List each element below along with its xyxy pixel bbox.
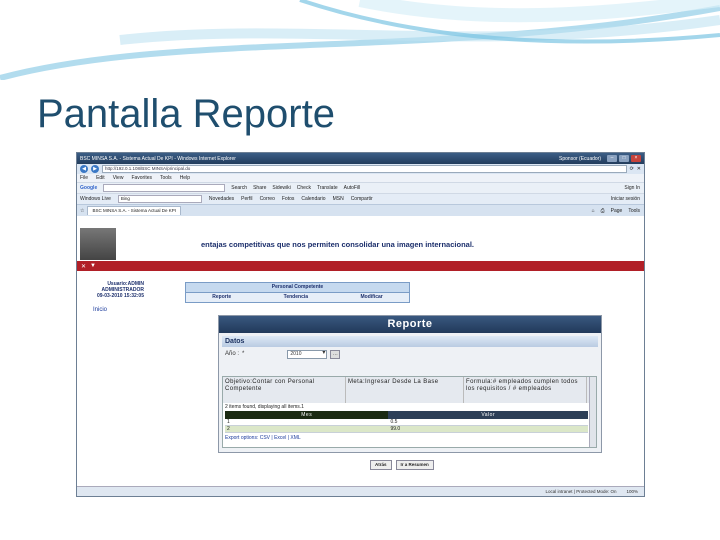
results-table: Mes Valor 1 0.5 2 99.0 <box>225 411 588 433</box>
kpi-menu-header: Personal Competente <box>186 283 409 293</box>
report-panel: Reporte Datos Año : * 2010 … Objetivo:Co… <box>218 315 602 453</box>
report-title: Reporte <box>219 316 601 333</box>
company-logo <box>80 228 116 260</box>
report-actions: Atrás Ir a Resumen <box>370 460 434 470</box>
favorites-star-icon[interactable]: ☆ <box>80 208 84 214</box>
year-row: Año : * 2010 … <box>225 347 601 361</box>
menu-modificar[interactable]: Modificar <box>361 293 383 302</box>
google-translate-button[interactable]: Translate <box>317 185 338 191</box>
year-label: Año : <box>225 351 240 357</box>
window-title: BSC MINSA S.A. - Sistema Actual De KPI -… <box>80 155 236 162</box>
google-search-button[interactable]: Search <box>231 185 247 191</box>
menu-help[interactable]: Help <box>180 175 190 181</box>
back-icon[interactable]: ◀ <box>80 165 88 173</box>
google-check-button[interactable]: Check <box>297 185 311 191</box>
slide-title: Pantalla Reporte <box>37 92 335 136</box>
menu-tools[interactable]: Tools <box>160 175 172 181</box>
page-menu[interactable]: Page <box>611 208 623 214</box>
menu-view[interactable]: View <box>113 175 124 181</box>
user-info: Usuario:ADMIN ADMINISTRADOR 09-03-2010 1… <box>97 281 144 299</box>
window-user: Sponsor (Ecuador) <box>559 155 601 162</box>
export-options-links[interactable]: Export options: CSV | Excel | XML <box>223 433 596 443</box>
security-zone-text: Local intranet | Protected Mode: On <box>545 489 617 494</box>
live-perfil[interactable]: Perfil <box>241 196 252 202</box>
web-page: entajas competitivas que nos permiten co… <box>77 227 644 485</box>
stop-icon[interactable]: ✕ <box>637 166 641 172</box>
menu-file[interactable]: File <box>80 175 88 181</box>
app-nav-bar: ✕ ▼ <box>77 261 644 271</box>
forward-icon[interactable]: ▶ <box>91 165 99 173</box>
live-calendario[interactable]: Calendario <box>301 196 325 202</box>
close-session-icon[interactable]: ✕ <box>81 263 86 270</box>
table-row: 2 99.0 <box>225 425 588 433</box>
google-toolbar: Google Search Share Sidewiki Check Trans… <box>77 182 644 193</box>
google-signin-link[interactable]: Sign In <box>624 185 644 191</box>
refresh-icon[interactable]: ⟳ <box>630 166 634 172</box>
windows-live-label: Windows Live <box>80 196 111 202</box>
browser-screenshot: BSC MINSA S.A. - Sistema Actual De KPI -… <box>76 152 645 497</box>
bing-search-input[interactable]: Bing <box>117 195 202 203</box>
tools-menu[interactable]: Tools <box>628 208 640 214</box>
windows-live-toolbar: Windows Live Bing Novedades Perfil Corre… <box>77 193 644 204</box>
live-correo[interactable]: Correo <box>260 196 275 202</box>
app-banner: entajas competitivas que nos permiten co… <box>77 227 644 261</box>
items-found-text: 2 items found, displaying all items.1 <box>225 404 304 410</box>
menu-favorites[interactable]: Favorites <box>131 175 152 181</box>
google-autofill-button[interactable]: AutoFill <box>344 185 361 191</box>
kpi-definition: Objetivo:Contar con Personal Competente … <box>223 377 596 403</box>
datos-section-header: Datos <box>222 336 598 347</box>
menu-bar: File Edit View Favorites Tools Help <box>77 174 644 182</box>
google-search-input[interactable] <box>103 184 226 192</box>
minimize-button[interactable]: – <box>607 155 617 162</box>
go-to-summary-button[interactable]: Ir a Resumen <box>395 460 434 470</box>
kpi-menu-panel: Personal Competente Reporte Tendencia Mo… <box>185 282 410 303</box>
live-novedades[interactable]: Novedades <box>209 196 234 202</box>
banner-slogan: entajas competitivas que nos permiten co… <box>201 239 474 249</box>
meta-text: Meta:Ingresar Desde La Base <box>346 377 464 403</box>
cell-mes: 2 <box>225 425 389 433</box>
close-button[interactable]: × <box>631 155 641 162</box>
back-button[interactable]: Atrás <box>370 460 392 470</box>
header-swoosh-decoration <box>0 0 720 80</box>
menu-tendencia[interactable]: Tendencia <box>284 293 308 302</box>
column-header-valor[interactable]: Valor <box>388 411 588 419</box>
filter-icon[interactable]: ▼ <box>90 263 96 269</box>
menu-edit[interactable]: Edit <box>96 175 105 181</box>
year-select[interactable]: 2010 <box>287 349 328 359</box>
tab-bar: ☆ BSC MINSA S.A. - Sistema Actual De KPI… <box>77 204 644 216</box>
inicio-link[interactable]: Inicio <box>93 307 107 313</box>
url-field[interactable]: http://192.0.1.108/BSC MINSA/principal.d… <box>102 165 627 173</box>
google-logo: Google <box>80 185 98 191</box>
live-fotos[interactable]: Fotos <box>282 196 295 202</box>
live-msn[interactable]: MSN <box>333 196 344 202</box>
google-share-button[interactable]: Share <box>253 185 266 191</box>
formula-text: Formula:# empleados cumplen todos los re… <box>464 377 587 403</box>
address-bar: ◀ ▶ http://192.0.1.108/BSC MINSA/princip… <box>77 164 644 174</box>
zoom-level[interactable]: 100% <box>626 489 638 494</box>
status-bar: Local intranet | Protected Mode: On 100% <box>77 486 644 496</box>
year-required-mark: * <box>242 351 245 357</box>
home-icon[interactable]: ⌂ <box>592 208 595 214</box>
cell-valor: 99.0 <box>388 425 588 433</box>
live-compartir[interactable]: Compartir <box>351 196 373 202</box>
year-options-button[interactable]: … <box>330 349 341 359</box>
column-header-mes[interactable]: Mes <box>225 411 389 419</box>
report-results: Objetivo:Contar con Personal Competente … <box>222 376 597 448</box>
results-scrollbar[interactable] <box>589 377 596 447</box>
objective-text: Objetivo:Contar con Personal Competente <box>223 377 346 403</box>
google-sidewiki-button[interactable]: Sidewiki <box>272 185 290 191</box>
menu-reporte[interactable]: Reporte <box>212 293 231 302</box>
login-timestamp: 09-03-2010 15:32:05 <box>97 293 144 299</box>
maximize-button[interactable]: □ <box>619 155 629 162</box>
browser-titlebar: BSC MINSA S.A. - Sistema Actual De KPI -… <box>77 153 644 164</box>
live-signin-link[interactable]: Iniciar sesión <box>611 196 644 202</box>
tab-bsc-minsa[interactable]: BSC MINSA S.A. - Sistema Actual De KPI <box>87 206 182 215</box>
print-icon[interactable]: ⎙ <box>601 208 605 214</box>
